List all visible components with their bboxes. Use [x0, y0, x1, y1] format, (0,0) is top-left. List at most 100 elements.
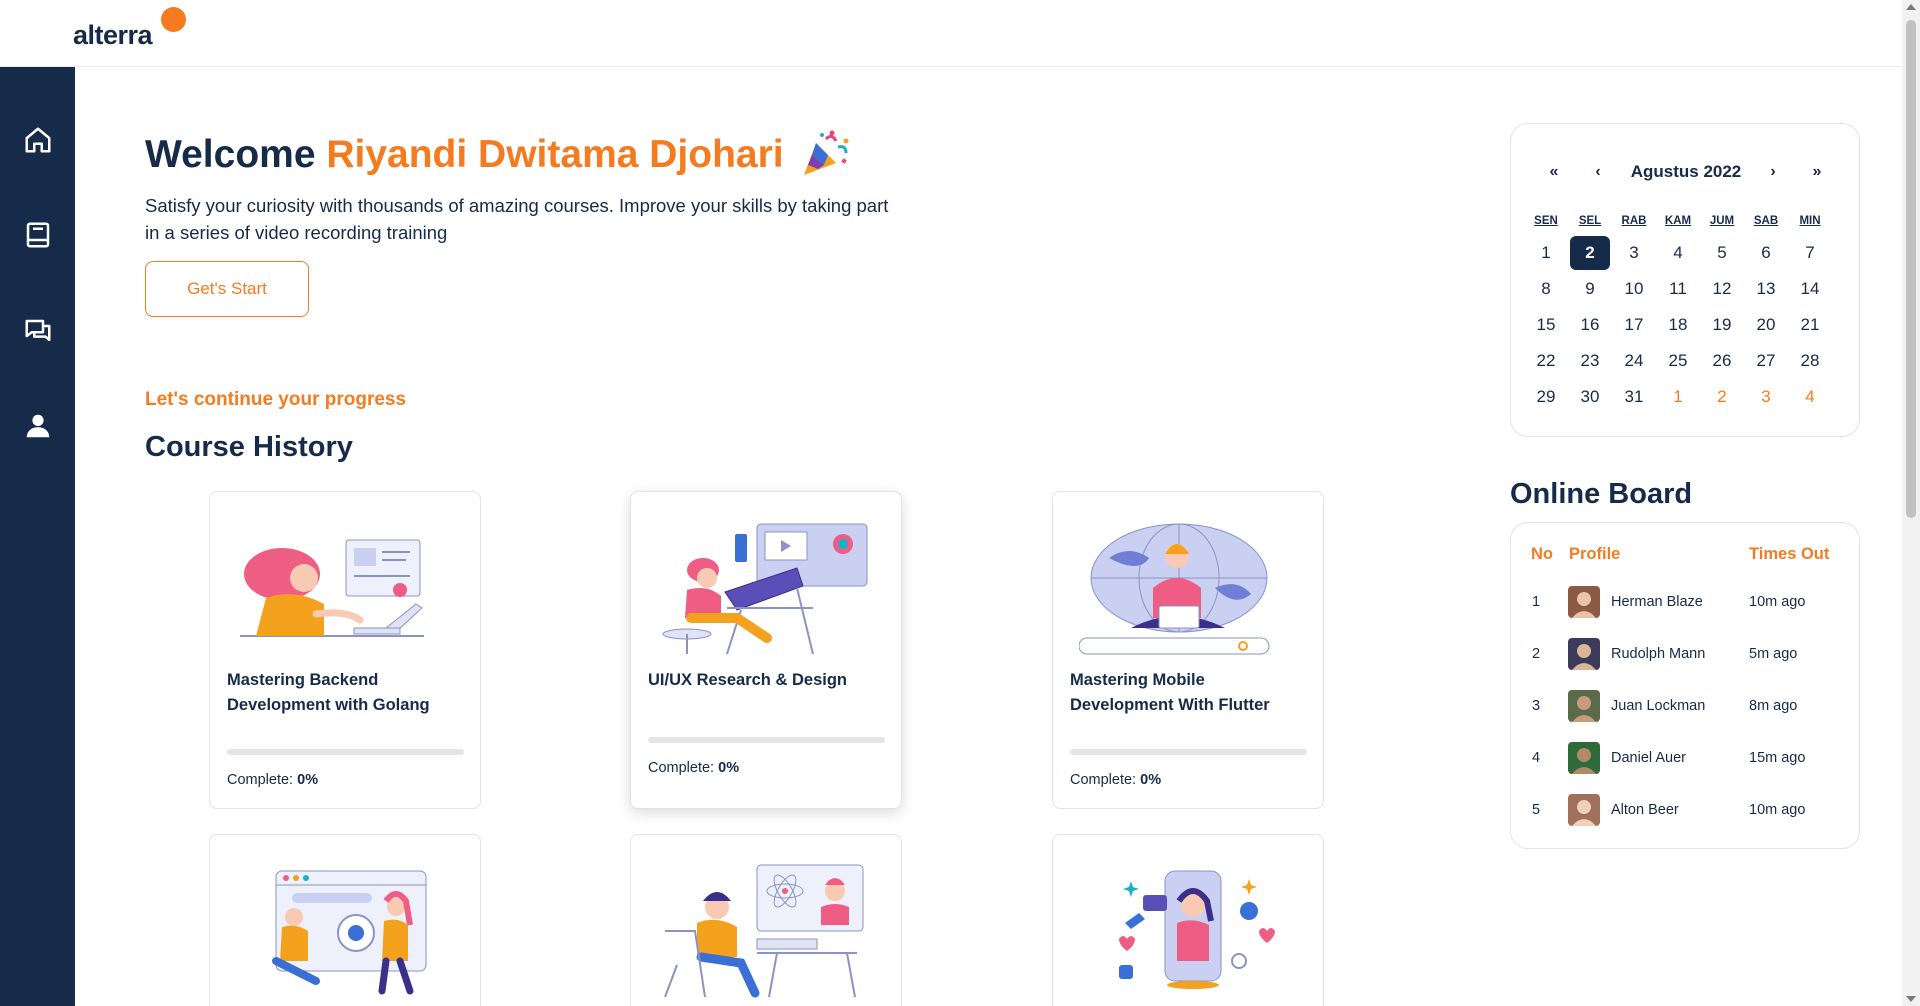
calendar-weekday: KAM [1664, 215, 1692, 227]
progress-text: Complete: 0% [227, 772, 319, 788]
calendar-day[interactable]: 2 [1570, 236, 1610, 270]
calendar-day[interactable]: 29 [1526, 380, 1566, 414]
calendar-day[interactable]: 6 [1746, 236, 1786, 270]
calendar-day[interactable]: 25 [1658, 344, 1698, 378]
online-board: No Profile Times Out 1 Herman Blaze 10m ag… [1510, 522, 1860, 849]
calendar-day[interactable]: 8 [1526, 272, 1566, 306]
course-card[interactable] [1052, 834, 1324, 1006]
avatar[interactable] [1568, 794, 1600, 826]
avatar[interactable] [1568, 586, 1600, 618]
scroll-down-arrow-icon[interactable] [1906, 996, 1916, 1002]
web-design-illustration [272, 870, 427, 995]
calendar-day[interactable]: 30 [1570, 380, 1610, 414]
brand-logo[interactable]: alterra [73, 20, 153, 51]
calendar-day[interactable]: 28 [1790, 344, 1830, 378]
board-row[interactable]: 3 Juan Lockman 8m ago [1511, 689, 1859, 723]
progress-bar [1070, 749, 1307, 755]
progress-text: Complete: 0% [1070, 772, 1162, 788]
sidebar-item-profile[interactable] [0, 398, 75, 454]
calendar-day[interactable]: 12 [1702, 272, 1742, 306]
calendar-day[interactable]: 9 [1570, 272, 1610, 306]
calendar-day[interactable]: 5 [1702, 236, 1742, 270]
get-started-button[interactable]: Get's Start [145, 261, 309, 317]
welcome-heading: Welcome Riyandi Dwitama Djohari [145, 133, 784, 177]
calendar-day[interactable]: 27 [1746, 344, 1786, 378]
calendar-day[interactable]: 1 [1526, 236, 1566, 270]
course-history-title: Course History [145, 431, 353, 463]
board-row[interactable]: 5 Alton Beer 10m ago [1511, 793, 1859, 827]
board-row-name: Juan Lockman [1611, 698, 1706, 714]
mobile-illustration [1079, 523, 1270, 655]
sidebar [0, 67, 75, 1006]
scroll-up-arrow-icon[interactable] [1906, 4, 1916, 10]
uiux-illustration [662, 523, 868, 655]
calendar-day[interactable]: 2 [1702, 380, 1742, 414]
party-popper-icon [804, 130, 849, 175]
board-row-number: 2 [1532, 646, 1541, 662]
calendar-day[interactable]: 3 [1614, 236, 1654, 270]
course-card[interactable]: UI/UX Research & Design Complete: 0% [630, 491, 902, 809]
avatar[interactable] [1568, 690, 1600, 722]
calendar-prev-year-button[interactable]: « [1542, 160, 1566, 184]
board-row[interactable]: 2 Rudolph Mann 5m ago [1511, 637, 1859, 671]
calendar-weekday: SEN [1534, 215, 1558, 227]
calendar-next-month-button[interactable]: › [1761, 160, 1785, 184]
calendar-day[interactable]: 24 [1614, 344, 1654, 378]
calendar-day[interactable]: 15 [1526, 308, 1566, 342]
board-row-number: 4 [1532, 750, 1541, 766]
calendar-day[interactable]: 31 [1614, 380, 1654, 414]
chat-icon [25, 319, 50, 341]
avatar[interactable] [1568, 638, 1600, 670]
scroll-thumb[interactable] [1906, 20, 1916, 518]
calendar-day[interactable]: 19 [1702, 308, 1742, 342]
calendar-day[interactable]: 7 [1790, 236, 1830, 270]
calendar-day[interactable]: 22 [1526, 344, 1566, 378]
board-row-time: 5m ago [1749, 646, 1798, 662]
course-card[interactable]: Mastering Mobile Development With Flutte… [1052, 491, 1324, 809]
course-card[interactable] [630, 834, 902, 1006]
data-science-illustration [664, 864, 864, 998]
calendar-day[interactable]: 14 [1790, 272, 1830, 306]
board-row-number: 5 [1532, 802, 1541, 818]
user-name: Riyandi Dwitama Djohari [326, 133, 784, 176]
calendar-day[interactable]: 26 [1702, 344, 1742, 378]
calendar-day[interactable]: 11 [1658, 272, 1698, 306]
board-row-number: 1 [1532, 594, 1541, 610]
calendar: « ‹ Agustus 2022 › » SEN SEL RAB KAM JUM SAB M… [1510, 123, 1860, 437]
calendar-prev-month-button[interactable]: ‹ [1586, 160, 1610, 184]
calendar-day[interactable]: 21 [1790, 308, 1830, 342]
calendar-day[interactable]: 13 [1746, 272, 1786, 306]
calendar-weekday: SAB [1753, 215, 1779, 227]
user-icon [26, 414, 49, 438]
calendar-day[interactable]: 16 [1570, 308, 1610, 342]
course-title: UI/UX Research & Design [648, 671, 847, 689]
board-row[interactable]: 4 Daniel Auer 15m ago [1511, 741, 1859, 775]
calendar-day[interactable]: 10 [1614, 272, 1654, 306]
calendar-day[interactable]: 1 [1658, 380, 1698, 414]
calendar-month-label[interactable]: Agustus 2022 [1611, 160, 1761, 184]
calendar-day[interactable]: 23 [1570, 344, 1610, 378]
brand-logo-dot [161, 7, 186, 32]
calendar-day[interactable]: 4 [1790, 380, 1830, 414]
board-row-name: Alton Beer [1611, 802, 1679, 818]
calendar-day[interactable]: 3 [1746, 380, 1786, 414]
avatar[interactable] [1568, 742, 1600, 774]
board-header-times-out: Times Out [1749, 545, 1830, 563]
calendar-day[interactable]: 17 [1614, 308, 1654, 342]
calendar-day[interactable]: 20 [1746, 308, 1786, 342]
sidebar-item-home[interactable] [0, 112, 75, 168]
page-scrollbar[interactable] [1902, 0, 1920, 1006]
board-row-name: Herman Blaze [1611, 594, 1703, 610]
calendar-day[interactable]: 18 [1658, 308, 1698, 342]
board-row[interactable]: 1 Herman Blaze 10m ago [1511, 585, 1859, 619]
calendar-next-year-button[interactable]: » [1805, 160, 1829, 184]
course-title: Mastering Backend Development with Golan… [227, 671, 430, 714]
progress-bar [227, 749, 464, 755]
sidebar-item-courses[interactable] [0, 207, 75, 263]
course-card[interactable] [209, 834, 481, 1006]
calendar-day[interactable]: 4 [1658, 236, 1698, 270]
course-card[interactable]: Mastering Backend Development with Golan… [209, 491, 481, 809]
sidebar-item-discussion[interactable] [0, 303, 75, 359]
calendar-weekday: JUM [1709, 215, 1735, 227]
hero-subtitle: Satisfy your curiosity with thousands of… [145, 195, 889, 243]
